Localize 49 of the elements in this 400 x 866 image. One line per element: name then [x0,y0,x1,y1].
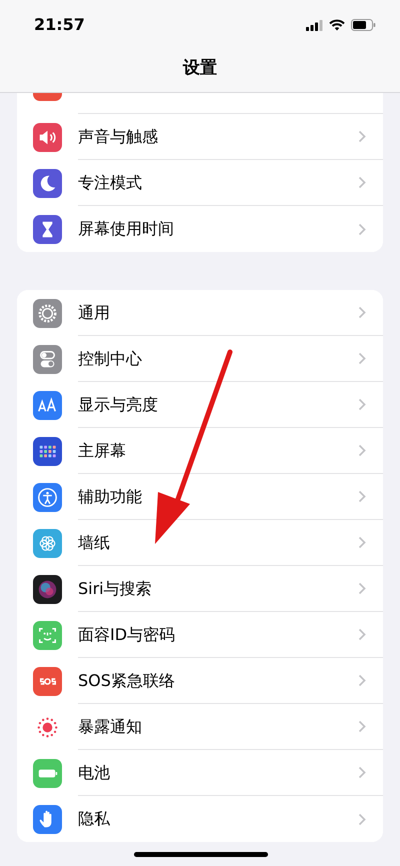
face-icon [33,620,62,650]
row-label: 控制中心 [78,348,143,370]
battery-icon [33,758,62,788]
hand-icon [33,804,62,834]
row-label: 电池 [78,762,111,784]
flower-icon [33,528,62,558]
row-label: 隐私 [78,808,111,830]
status-time: 21:57 [34,14,85,36]
wifi-icon [329,19,345,31]
chevron-icon [358,536,366,549]
chevron-icon [358,176,366,189]
chevron-icon [358,306,366,319]
battery-icon [351,19,376,31]
sos-icon [33,666,62,696]
chevron-icon [358,130,366,143]
app-grid-icon [33,436,62,466]
row-label: 声音与触感 [78,126,159,148]
row-label: 专注模式 [78,172,143,194]
text-size-icon [33,390,62,420]
chevron-icon [358,222,366,236]
row-label: 屏幕使用时间 [78,218,175,240]
signal-icon [306,20,323,30]
chevron-icon [358,444,366,457]
chevron-icon [358,628,366,641]
row-label: 面容ID与密码 [78,624,176,646]
speaker-icon [33,122,62,152]
row-label: 通用 [78,302,111,324]
gear-icon [33,298,62,328]
chevron-icon [358,398,366,411]
row-label: 辅助功能 [78,486,143,508]
row-label: Siri与搜索 [78,578,153,600]
chevron-icon [358,582,366,595]
orb-icon [33,574,62,604]
page-title: 设置 [183,57,217,80]
chevron-icon [358,674,366,687]
row-label: 墙纸 [78,532,111,554]
chevron-icon [358,490,366,503]
row-label: 主屏幕 [78,440,127,462]
toggle-icon [33,344,62,374]
chevron-icon [358,352,366,365]
row-label: 显示与亮度 [78,394,159,416]
chevron-icon [358,766,366,779]
hourglass-icon [33,214,62,244]
accessibility-icon [33,482,62,512]
chevron-icon [358,720,366,733]
row-label: SOS紧急联络 [78,670,176,692]
chevron-icon [358,812,366,826]
row-label: 暴露通知 [78,716,143,738]
moon-icon [33,168,62,198]
